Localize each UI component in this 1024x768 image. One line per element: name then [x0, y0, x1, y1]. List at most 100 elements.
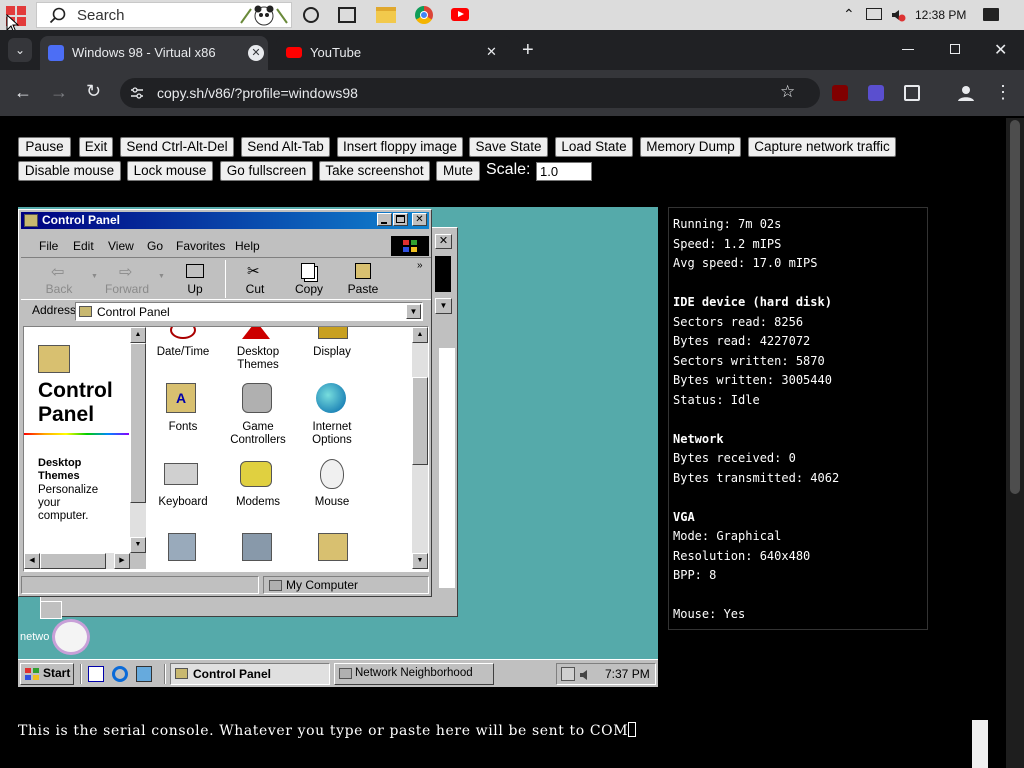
- extension-icon[interactable]: [868, 85, 884, 101]
- chevron-down-icon[interactable]: ▼: [406, 304, 421, 319]
- icon-label-modems[interactable]: Modems: [218, 496, 298, 509]
- profile-avatar-icon[interactable]: [957, 84, 975, 102]
- browser-menu-icon[interactable]: ⋮: [994, 82, 1012, 103]
- site-info-icon[interactable]: [130, 86, 144, 100]
- insert-floppy-button[interactable]: Insert floppy image: [337, 137, 463, 157]
- bookmark-star-icon[interactable]: ☆: [780, 82, 795, 102]
- hscroll-thumb[interactable]: [40, 553, 106, 569]
- paste-button[interactable]: Paste: [333, 262, 393, 296]
- youtube-app-icon[interactable]: [451, 8, 469, 21]
- pause-button[interactable]: Pause: [18, 137, 71, 157]
- keyboard-icon[interactable]: [164, 463, 198, 485]
- odbc-icon[interactable]: [318, 533, 348, 561]
- emulator-screen[interactable]: ✕ ▼ Control Panel ✕ File Edit View Go Fa…: [18, 207, 658, 687]
- memory-dump-button[interactable]: Memory Dump: [640, 137, 741, 157]
- close-window-icon[interactable]: ✕: [994, 40, 1007, 60]
- back-button[interactable]: ⇦ Back: [29, 262, 89, 296]
- icon-label-internet-options[interactable]: Internet Options: [292, 421, 372, 447]
- icon-label-keyboard[interactable]: Keyboard: [143, 496, 223, 509]
- internet-options-icon[interactable]: [316, 383, 346, 413]
- start-button[interactable]: Start: [20, 663, 74, 685]
- back-arrow-icon[interactable]: ←: [14, 82, 32, 103]
- scroll-down-icon[interactable]: ▼: [412, 553, 428, 569]
- forward-dropdown-icon[interactable]: ▼: [158, 273, 165, 280]
- chevron-up-icon[interactable]: ⌃: [843, 6, 855, 23]
- take-screenshot-button[interactable]: Take screenshot: [319, 161, 430, 181]
- show-desktop-icon[interactable]: [88, 666, 104, 682]
- restore-window-icon[interactable]: [950, 44, 960, 54]
- send-ctrl-alt-del-button[interactable]: Send Ctrl-Alt-Del: [120, 137, 234, 157]
- new-tab-icon[interactable]: +: [522, 39, 534, 62]
- widgets-icon[interactable]: [338, 7, 356, 23]
- volume-muted-icon[interactable]: [890, 7, 906, 23]
- menu-file[interactable]: File: [39, 239, 58, 253]
- internet-explorer-icon[interactable]: [112, 666, 128, 682]
- scroll-up-icon[interactable]: ▲: [130, 327, 146, 343]
- scroll-down-icon[interactable]: ▼: [130, 537, 146, 553]
- sidebar-hscrollbar[interactable]: ◀ ▶: [24, 553, 130, 569]
- minimize-icon[interactable]: [377, 213, 392, 226]
- outlook-express-icon[interactable]: [136, 666, 152, 682]
- chrome-icon[interactable]: [415, 6, 433, 24]
- host-clock[interactable]: 12:38 PM: [915, 8, 966, 22]
- win98-clock[interactable]: 7:37 PM: [605, 667, 650, 681]
- address-combobox[interactable]: Control Panel ▼: [75, 302, 423, 321]
- tab-youtube[interactable]: YouTube ✕: [276, 36, 512, 70]
- tab-close-icon[interactable]: ✕: [248, 45, 264, 61]
- desktop-icon-label[interactable]: netwo: [20, 631, 49, 643]
- icon-label-mouse[interactable]: Mouse: [292, 496, 372, 509]
- network-tray-icon[interactable]: [561, 667, 575, 681]
- serial-console[interactable]: This is the serial console. Whatever you…: [0, 720, 972, 768]
- network-icon[interactable]: [242, 533, 272, 561]
- toolbar-overflow-icon[interactable]: »: [417, 260, 423, 271]
- sidebar-scrollbar[interactable]: ▲ ▼: [130, 327, 146, 553]
- task-view-icon[interactable]: [303, 7, 319, 23]
- forward-button[interactable]: ⇨ Forward: [97, 262, 157, 296]
- serial-console-scrollbar[interactable]: [972, 720, 988, 768]
- game-controllers-icon[interactable]: [242, 383, 272, 413]
- scroll-right-icon[interactable]: ▶: [114, 553, 130, 569]
- disable-mouse-button[interactable]: Disable mouse: [18, 161, 121, 181]
- display-icon[interactable]: [318, 327, 348, 339]
- tab-close-icon[interactable]: ✕: [486, 44, 497, 60]
- scroll-up-icon[interactable]: ▲: [412, 327, 428, 343]
- menu-favorites[interactable]: Favorites: [176, 239, 225, 253]
- icon-label-game-controllers[interactable]: Game Controllers: [218, 421, 298, 447]
- taskbar-network-neighborhood-button[interactable]: Network Neighborhood: [334, 663, 494, 685]
- notifications-icon[interactable]: [983, 8, 999, 21]
- volume-tray-icon[interactable]: [579, 668, 591, 680]
- tab-windows98[interactable]: Windows 98 - Virtual x86 ✕: [40, 36, 268, 70]
- host-search-box[interactable]: Search: [36, 2, 292, 28]
- icon-label-desktop-themes[interactable]: Desktop Themes: [218, 346, 298, 372]
- icon-label-date-time[interactable]: Date/Time: [143, 346, 223, 359]
- up-button[interactable]: Up: [165, 262, 225, 296]
- mouse-icon[interactable]: [320, 459, 344, 489]
- minimize-window-icon[interactable]: [902, 49, 914, 50]
- load-state-button[interactable]: Load State: [555, 137, 633, 157]
- scale-input[interactable]: [536, 162, 592, 181]
- icon-label-fonts[interactable]: Fonts: [143, 421, 223, 434]
- forward-arrow-icon[interactable]: →: [50, 82, 68, 103]
- capture-network-button[interactable]: Capture network traffic: [748, 137, 896, 157]
- menu-view[interactable]: View: [108, 239, 134, 253]
- cut-button[interactable]: ✂ Cut: [225, 262, 285, 296]
- close-icon[interactable]: ✕: [435, 234, 452, 249]
- tab-search-dropdown-icon[interactable]: ⌄: [8, 38, 32, 62]
- desktop-network-icon[interactable]: [40, 601, 62, 619]
- menu-help[interactable]: Help: [235, 239, 260, 253]
- scroll-left-icon[interactable]: ◀: [24, 553, 40, 569]
- copy-button[interactable]: Copy: [279, 262, 339, 296]
- close-icon[interactable]: ✕: [412, 213, 427, 226]
- send-alt-tab-button[interactable]: Send Alt-Tab: [241, 137, 330, 157]
- address-bar[interactable]: copy.sh/v86/?profile=windows98 ☆: [120, 78, 820, 108]
- main-scrollbar[interactable]: ▲ ▼: [412, 327, 428, 569]
- title-bar[interactable]: Control Panel ✕: [21, 212, 429, 229]
- icon-label-display[interactable]: Display: [292, 346, 372, 359]
- extensions-puzzle-icon[interactable]: [904, 85, 920, 101]
- taskbar-control-panel-button[interactable]: Control Panel: [170, 663, 330, 685]
- multimedia-icon[interactable]: [168, 533, 196, 561]
- page-scroll-thumb[interactable]: [1010, 120, 1020, 494]
- modems-icon[interactable]: [240, 461, 272, 487]
- maximize-icon[interactable]: [393, 213, 408, 226]
- desktop-themes-icon[interactable]: [242, 327, 270, 339]
